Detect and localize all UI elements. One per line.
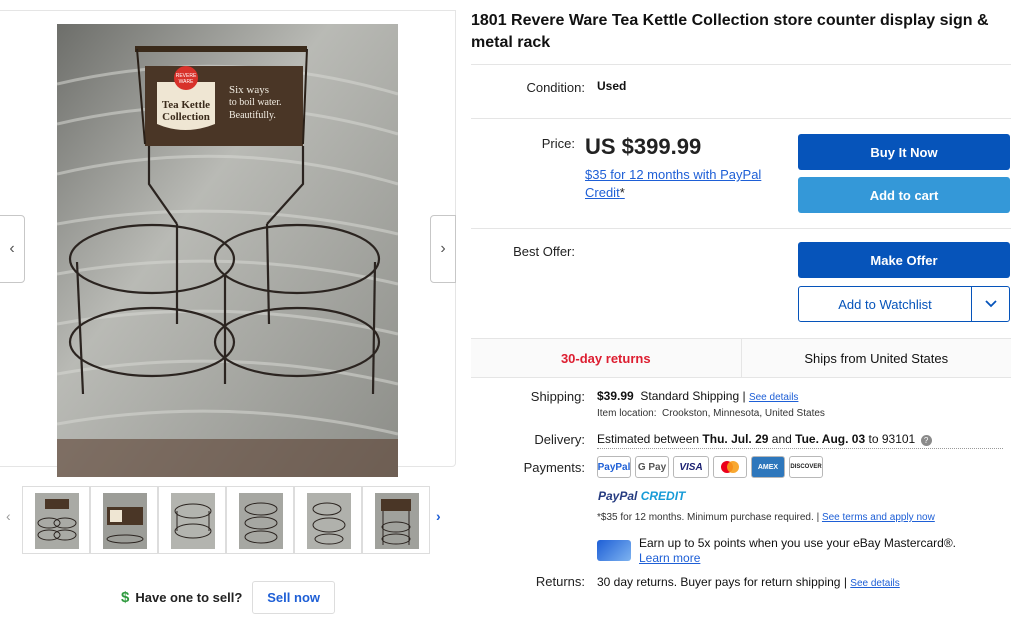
make-offer-button[interactable]: Make Offer [798, 242, 1010, 278]
price-value: US $399.99 [585, 134, 702, 159]
info-icon[interactable]: ? [920, 435, 932, 446]
best-offer-label: Best Offer: [513, 244, 575, 259]
delivery-label: Delivery: [534, 432, 585, 447]
delivery-and: and [771, 432, 792, 446]
divider [471, 64, 1011, 65]
divider [471, 228, 1011, 229]
condition-value: Used [597, 79, 627, 93]
credit-terms-line: *$35 for 12 months. Minimum purchase req… [597, 512, 935, 523]
dollar-icon: $ [121, 588, 130, 606]
thumbnail-1[interactable] [22, 486, 90, 554]
returns-text: 30 day returns. Buyer pays for return sh… [597, 575, 841, 589]
listing-title: 1801 Revere Ware Tea Kettle Collection s… [471, 12, 989, 51]
shipping-line: $39.99 Standard Shipping | See details [597, 389, 798, 403]
price-label: Price: [541, 136, 575, 151]
sign-brand-line2: WARE [179, 79, 194, 85]
paypal-credit-logo: PayPal CREDIT [598, 489, 685, 503]
chevron-down-icon [984, 300, 997, 308]
returns-line: 30 day returns. Buyer pays for return sh… [597, 575, 900, 589]
photo-prev-button[interactable]: ‹ [0, 215, 25, 283]
chevron-left-icon: ‹ [9, 240, 15, 257]
item-location-value: Crookston, Minnesota, United States [662, 408, 825, 419]
visa-card-icon: VISA [673, 456, 709, 478]
credit-terms-link[interactable]: See terms and apply now [822, 512, 935, 523]
add-to-cart-button[interactable]: Add to cart [798, 177, 1010, 213]
thumbnail-strip: ‹ › [0, 486, 456, 554]
ebay-mastercard-icon [597, 540, 631, 561]
credit-terms-text: *$35 for 12 months. Minimum purchase req… [597, 512, 814, 523]
thumbnail-4[interactable] [226, 486, 294, 554]
returns-highlight: 30-day returns [471, 339, 742, 377]
mastercard-card-icon [713, 456, 747, 478]
credit-terms-separator: | [816, 512, 820, 523]
sell-now-button[interactable]: Sell now [252, 580, 335, 614]
paypal-card-icon: PayPal [597, 456, 631, 478]
sell-prompt: $ Have one to sell? Sell now [0, 580, 456, 614]
item-location-line: Item location: Crookston, Minnesota, Uni… [597, 408, 825, 419]
thumb-next-icon[interactable]: › [436, 508, 441, 524]
divider [471, 118, 1011, 119]
sign-tagline-3: Beautifully. [229, 110, 276, 121]
delivery-date-end: Tue. Aug. 03 [795, 432, 866, 446]
photo-next-button[interactable]: › [430, 215, 456, 283]
paypal-credit-offer-text[interactable]: $35 for 12 months with PayPal Credit [585, 167, 761, 200]
sign-name-line2: Collection [162, 111, 210, 123]
learn-more-link[interactable]: Learn more [639, 551, 956, 566]
shipping-method: Standard Shipping [640, 389, 740, 403]
mastercard-promo: Earn up to 5x points when you use your e… [639, 536, 956, 566]
shipping-label: Shipping: [530, 389, 585, 404]
mastercard-promo-text: Earn up to 5x points when you use your e… [639, 536, 957, 550]
shipping-separator: | [742, 389, 746, 403]
add-to-watchlist-button[interactable]: Add to Watchlist [799, 287, 971, 321]
product-photo-image: REVERE WARE Tea Kettle Collection Six wa… [57, 24, 398, 477]
amex-card-icon: AMEX [751, 456, 785, 478]
delivery-zip: to 93101 [868, 432, 916, 446]
thumb-prev-icon[interactable]: ‹ [6, 508, 11, 524]
item-location-label: Item location: [597, 408, 657, 419]
thumbnail-2[interactable] [90, 486, 158, 554]
sign-tagline-2: to boil water. [229, 97, 282, 108]
ships-from-highlight: Ships from United States [804, 350, 949, 366]
shipping-see-details-link[interactable]: See details [749, 392, 798, 403]
sell-prompt-text: Have one to sell? [135, 589, 243, 605]
highlights-bar: 30-day returns Ships from United States [471, 338, 1011, 378]
google-pay-card-icon: G Pay [635, 456, 669, 478]
main-photo-frame: REVERE WARE Tea Kettle Collection Six wa… [0, 10, 456, 477]
sign-tagline-1: Six ways [229, 84, 269, 96]
watchlist-control: Add to Watchlist [798, 286, 1010, 322]
discover-card-icon: DISCOVER [789, 456, 823, 478]
paypal-credit-offer-link[interactable]: $35 for 12 months with PayPal Credit* [585, 166, 790, 202]
watchlist-dropdown-button[interactable] [971, 287, 1009, 321]
condition-label: Condition: [526, 80, 585, 95]
sign-name-line1: Tea Kettle [162, 99, 210, 111]
paypal-credit-word2: CREDIT [640, 489, 686, 503]
thumbnail-3[interactable] [158, 486, 226, 554]
thumbnail-6[interactable] [362, 486, 430, 554]
thumbnail-5[interactable] [294, 486, 362, 554]
returns-label: Returns: [535, 574, 585, 589]
delivery-prefix: Estimated between [597, 432, 700, 446]
delivery-line: Estimated between Thu. Jul. 29 and Tue. … [597, 432, 1003, 449]
credit-footnote-star: * [619, 185, 625, 200]
paypal-credit-word1: PayPal [598, 489, 638, 503]
buy-it-now-button[interactable]: Buy It Now [798, 134, 1010, 170]
returns-separator: | [843, 575, 847, 589]
payments-label: Payments: [523, 460, 585, 475]
returns-see-details-link[interactable]: See details [850, 578, 899, 589]
main-photo[interactable]: REVERE WARE Tea Kettle Collection Six wa… [57, 24, 398, 477]
chevron-right-icon: › [440, 240, 446, 257]
delivery-date-start: Thu. Jul. 29 [702, 432, 769, 446]
shipping-cost: $39.99 [597, 389, 634, 403]
